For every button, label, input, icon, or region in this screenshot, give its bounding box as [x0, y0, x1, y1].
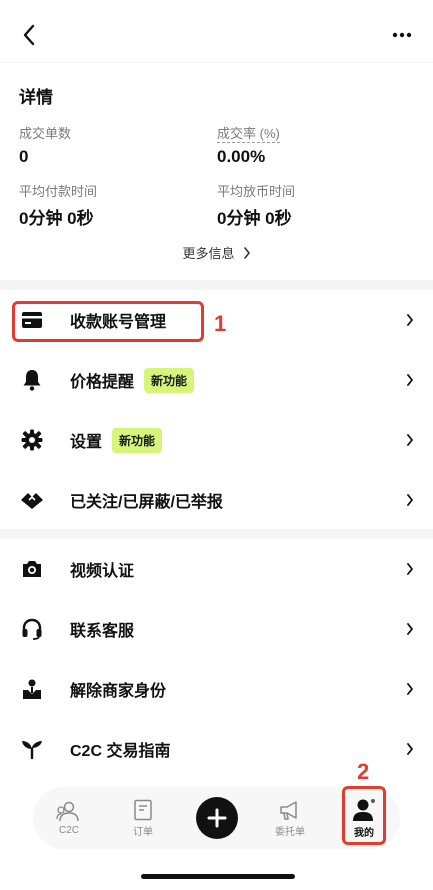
bell-icon: [20, 368, 44, 392]
back-button[interactable]: [14, 20, 44, 50]
stat-label-completion-rate[interactable]: 成交率 (%): [217, 123, 280, 143]
chevron-right-icon: [243, 246, 250, 259]
camera-icon: [20, 557, 44, 581]
menu-item-contact-support[interactable]: 联系客服: [0, 599, 433, 659]
chevron-right-icon: [405, 493, 415, 507]
menu-item-remove-merchant[interactable]: 解除商家身份: [0, 659, 433, 719]
chevron-right-icon: [405, 373, 415, 387]
annotation-number-2: 2: [357, 759, 370, 784]
stat-value-avg-payment-time: 0分钟 0秒: [19, 209, 94, 228]
section-divider: [0, 529, 433, 539]
plus-icon: [207, 808, 227, 828]
stat-label-trades: 成交单数: [19, 126, 72, 141]
more-dots-icon: [392, 32, 412, 38]
sprout-icon: [20, 737, 44, 761]
stat-label-avg-release-time: 平均放币时间: [217, 184, 296, 199]
chevron-right-icon: [405, 622, 415, 636]
menu-label: 价格提醒: [70, 374, 135, 391]
annotation-highlight-box-2: [342, 786, 386, 845]
stat-value-trades: 0: [19, 147, 29, 166]
chevron-right-icon: [405, 682, 415, 696]
menu-label: 视频认证: [70, 563, 135, 580]
new-feature-badge: 新功能: [112, 427, 163, 453]
section-divider: [0, 280, 433, 290]
order-icon: [134, 799, 152, 820]
chevron-left-icon: [23, 24, 35, 46]
merchant-icon: [20, 677, 44, 701]
menu-label: 解除商家身份: [70, 683, 167, 700]
details-title: 详情: [19, 88, 53, 107]
annotation-highlight-box-1: [12, 301, 204, 342]
chevron-right-icon: [405, 313, 415, 327]
menu-item-followed-blocked-reported[interactable]: 已关注/已屏蔽/已举报: [0, 470, 433, 530]
more-info-link[interactable]: 更多信息: [0, 243, 433, 262]
completion-rate-label: 成交率 (%): [217, 126, 280, 143]
stat-value-completion-rate: 0.00%: [217, 147, 266, 166]
top-bar: [0, 0, 433, 68]
details-section: 详情 成交单数 0 成交率 (%) 0.00% 平均付款时间 0分钟 0秒 平均…: [0, 62, 433, 280]
menu-label: 联系客服: [70, 623, 135, 640]
stat-label-avg-payment-time: 平均付款时间: [19, 184, 98, 199]
handshake-icon: [20, 488, 44, 512]
stat-value-avg-release-time: 0分钟 0秒: [217, 209, 292, 228]
users-icon: [56, 801, 79, 821]
more-info-label: 更多信息: [182, 246, 235, 261]
headset-icon: [20, 617, 44, 641]
menu-label: 设置: [70, 434, 103, 451]
annotation-number-1: 1: [214, 311, 227, 336]
menu-item-settings[interactable]: 设置 新功能: [0, 410, 433, 470]
chevron-right-icon: [405, 742, 415, 756]
tab-label: C2C: [58, 824, 79, 836]
tab-label: 订单: [133, 826, 153, 838]
menu-label: 已关注/已屏蔽/已举报: [70, 494, 223, 511]
tab-c2c[interactable]: C2C: [34, 787, 104, 849]
chevron-right-icon: [405, 433, 415, 447]
home-indicator: [141, 874, 295, 879]
new-feature-badge: 新功能: [144, 367, 195, 393]
megaphone-icon: [280, 800, 297, 820]
chevron-right-icon: [405, 562, 415, 576]
tab-ads[interactable]: 委托单: [255, 787, 325, 849]
menu-item-price-alert[interactable]: 价格提醒 新功能: [0, 350, 433, 410]
tab-label: 委托单: [275, 826, 305, 838]
menu-item-video-verification[interactable]: 视频认证: [0, 539, 433, 599]
more-options-button[interactable]: [385, 20, 419, 50]
menu-label: C2C 交易指南: [70, 743, 171, 760]
post-ad-button[interactable]: [196, 797, 238, 839]
gear-icon: [20, 428, 44, 452]
tab-orders[interactable]: 订单: [108, 787, 178, 849]
